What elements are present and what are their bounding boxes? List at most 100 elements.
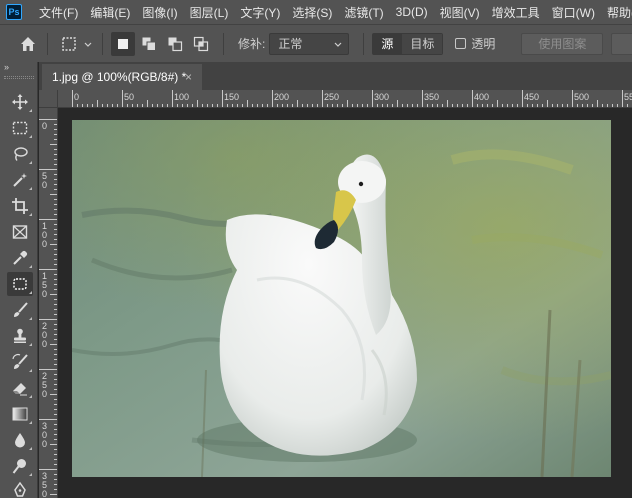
ruler-tick: [372, 90, 373, 107]
ruler-tick: [332, 104, 333, 107]
menu-edit[interactable]: 编辑(E): [85, 4, 137, 21]
ruler-tick: [54, 474, 57, 475]
blur-tool[interactable]: [7, 428, 33, 452]
ruler-tick: [54, 409, 57, 410]
ruler-tick: [54, 199, 57, 200]
ruler-tick: [127, 104, 128, 107]
collapse-toolbox-button[interactable]: »: [0, 62, 38, 74]
ruler-tick: [107, 104, 108, 107]
ruler-origin[interactable]: [39, 90, 58, 108]
history-brush-icon: [12, 353, 28, 369]
tool-group-indicator: [29, 135, 32, 138]
document-canvas[interactable]: [72, 120, 611, 477]
frame-icon: [12, 225, 28, 239]
ruler-tick: [77, 104, 78, 107]
pattern-picker-button[interactable]: [611, 32, 632, 55]
menu-image[interactable]: 图像(I): [137, 4, 184, 21]
transparent-label: 透明: [471, 37, 496, 51]
ruler-tick: [50, 194, 57, 195]
brush-tool[interactable]: [7, 298, 33, 322]
tool-group-indicator: [29, 447, 32, 450]
quick-select-tool[interactable]: [7, 168, 33, 192]
patch-preset-icon[interactable]: [56, 33, 82, 55]
ruler-tick: [522, 90, 523, 107]
menu-layer[interactable]: 图层(L): [185, 4, 236, 21]
ruler-tick: [472, 90, 473, 107]
menu-window[interactable]: 窗口(W): [547, 4, 602, 21]
source-button[interactable]: 源: [373, 33, 402, 54]
intersect-selection-mode-button[interactable]: [189, 32, 213, 56]
eraser-tool[interactable]: [7, 376, 33, 400]
ruler-tick: [267, 104, 268, 107]
history-brush-tool[interactable]: [7, 350, 33, 374]
chevron-down-icon[interactable]: [82, 38, 94, 50]
tool-group-indicator: [29, 369, 32, 372]
patch-mode-select[interactable]: 正常: [269, 32, 350, 55]
brush-icon: [14, 302, 28, 317]
ruler-tick: [437, 104, 438, 107]
home-icon[interactable]: [17, 33, 39, 55]
ruler-tick: [54, 484, 57, 485]
new-selection-mode-button[interactable]: [111, 31, 135, 56]
gradient-tool[interactable]: [7, 402, 33, 426]
menu-plugins[interactable]: 增效工具: [487, 4, 547, 21]
ruler-tick: [407, 104, 408, 107]
ruler-tick: [392, 104, 393, 107]
horizontal-ruler[interactable]: 0 50 100 150 200 250 300 350 400 450 500 550: [58, 90, 632, 108]
subtract-selection-mode-button[interactable]: [163, 32, 187, 56]
ruler-tick: [512, 104, 513, 107]
ruler-tick: [617, 104, 618, 107]
ruler-tick: [362, 104, 363, 107]
ruler-tick: [337, 104, 338, 107]
ruler-tick: [39, 369, 57, 370]
dodge-tool[interactable]: [7, 454, 33, 478]
menu-bar: Ps 文件(F) 编辑(E) 图像(I) 图层(L) 文字(Y) 选择(S) 滤…: [0, 0, 632, 24]
add-selection-mode-button[interactable]: [137, 32, 161, 56]
ruler-label: 200: [42, 321, 48, 349]
ruler-tick: [412, 104, 413, 107]
menu-3d[interactable]: 3D(D): [391, 5, 435, 19]
move-tool[interactable]: [7, 90, 33, 114]
menu-view[interactable]: 视图(V): [435, 4, 487, 21]
ruler-tick: [54, 449, 57, 450]
ruler-tick: [54, 254, 57, 255]
canvas-area[interactable]: [59, 109, 632, 498]
menu-filter[interactable]: 滤镜(T): [339, 4, 390, 21]
frame-tool[interactable]: [7, 220, 33, 244]
marquee-tool[interactable]: [7, 116, 33, 140]
ruler-tick: [562, 104, 563, 107]
document-tab-bar: 1.jpg @ 100%(RGB/8#) * ×: [39, 62, 632, 90]
ruler-tick: [417, 104, 418, 107]
vertical-ruler[interactable]: 0 50 100 150 200 250 300 350: [39, 108, 58, 498]
crop-tool[interactable]: [7, 194, 33, 218]
target-button[interactable]: 目标: [401, 33, 443, 54]
swan-photo: [72, 120, 611, 477]
document-tab[interactable]: 1.jpg @ 100%(RGB/8#) * ×: [42, 64, 202, 90]
patch-tool[interactable]: [7, 272, 33, 296]
ruler-tick: [54, 429, 57, 430]
ruler-tick: [39, 269, 57, 270]
use-pattern-button[interactable]: 使用图案: [521, 32, 604, 55]
lasso-tool[interactable]: [7, 142, 33, 166]
menu-file[interactable]: 文件(F): [34, 4, 85, 21]
ruler-tick: [54, 304, 57, 305]
toolbox-grip[interactable]: [4, 76, 34, 79]
ruler-tick: [54, 389, 57, 390]
clone-stamp-tool[interactable]: [7, 324, 33, 348]
menu-select[interactable]: 选择(S): [287, 4, 339, 21]
close-tab-button[interactable]: ×: [185, 70, 192, 84]
drop-icon: [15, 433, 25, 448]
photoshop-window: Ps 文件(F) 编辑(E) 图像(I) 图层(L) 文字(Y) 选择(S) 滤…: [0, 0, 632, 498]
transparent-checkbox[interactable]: 透明: [455, 35, 495, 52]
eyedropper-tool[interactable]: [7, 246, 33, 270]
ruler-tick: [147, 100, 148, 107]
tool-group-indicator: [29, 109, 32, 112]
ruler-tick: [297, 100, 298, 107]
tool-group-indicator: [29, 213, 32, 216]
pen-tool[interactable]: [7, 478, 33, 498]
menu-type[interactable]: 文字(Y): [235, 4, 287, 21]
menu-help[interactable]: 帮助(H): [602, 4, 632, 21]
separator: [102, 32, 103, 55]
ruler-tick: [54, 359, 57, 360]
ruler-tick: [50, 244, 57, 245]
